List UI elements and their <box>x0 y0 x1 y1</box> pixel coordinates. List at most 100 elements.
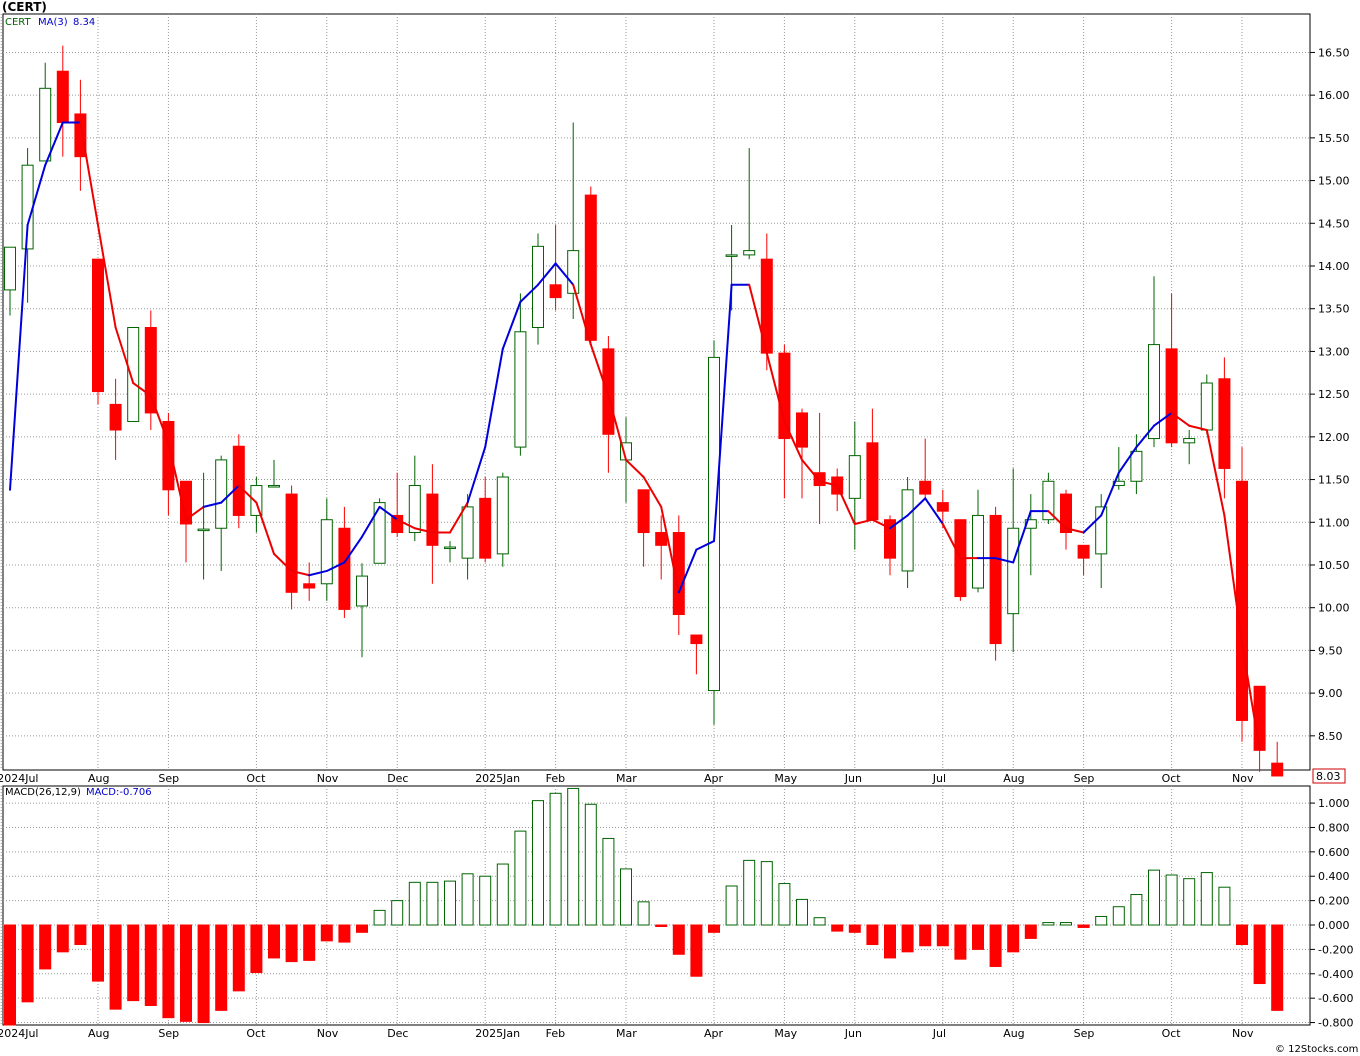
price-xtick-label: Oct <box>1162 772 1182 785</box>
macd-bar <box>180 924 192 1022</box>
price-xtick-label: Sep <box>158 772 179 785</box>
price-xtick-label: Dec <box>387 772 408 785</box>
candle-body <box>56 70 69 123</box>
footer-credit: © 12Stocks.com <box>1275 1044 1358 1055</box>
macd-ytick-label: 0.200 <box>1318 895 1350 908</box>
candle-body <box>1148 344 1160 440</box>
price-xtick-label: May <box>774 772 797 785</box>
price-ytick-label: 16.00 <box>1318 89 1350 102</box>
macd-bar <box>1236 924 1248 946</box>
macd-bar <box>232 924 245 992</box>
candle-body <box>1060 493 1072 534</box>
macd-bar <box>127 924 140 1002</box>
price-ytick-label: 15.50 <box>1318 132 1350 145</box>
macd-xtick-label: Mar <box>616 1027 637 1040</box>
price-ytick-label: 10.50 <box>1318 559 1350 572</box>
macd-bar <box>461 873 474 926</box>
candle-body <box>1130 450 1143 482</box>
price-y-axis: 8.50 9.00 9.50 10.00 10.50 11.00 11.50 12.00 12.… <box>1310 46 1350 743</box>
macd-bar <box>708 924 720 933</box>
macd-bar <box>514 830 527 926</box>
price-ytick-label: 13.50 <box>1318 303 1350 316</box>
macd-ytick-label: 0.000 <box>1318 919 1350 932</box>
candle-body <box>743 250 756 256</box>
candle-body <box>514 331 527 448</box>
price-x-axis: 2024Jul Aug Sep Oct Nov Dec 2025Jan Feb Mar Apr Ma… <box>0 772 1254 785</box>
macd-bar <box>1148 869 1160 926</box>
candle-body <box>1200 382 1213 431</box>
price-xtick-label: 2024Jul <box>0 772 38 785</box>
candle-body <box>4 246 16 291</box>
price-xtick-label: Mar <box>616 772 637 785</box>
macd-ytick-label: -0.800 <box>1318 1017 1353 1030</box>
candle-body <box>92 258 104 393</box>
price-ytick-label: 14.50 <box>1318 217 1350 230</box>
candle-body <box>127 327 140 422</box>
macd-ytick-label: -0.400 <box>1318 968 1353 981</box>
candle-body <box>655 532 668 546</box>
macd-xtick-label: Dec <box>387 1027 408 1040</box>
macd-ytick-label: 0.800 <box>1318 821 1350 834</box>
macd-xtick-label: 2025Jan <box>475 1027 520 1040</box>
price-xtick-label: Jun <box>844 772 862 785</box>
macd-bar <box>285 924 298 963</box>
macd-bar <box>1095 915 1108 926</box>
macd-bar <box>426 881 439 926</box>
macd-bar <box>725 885 738 926</box>
macd-ytick-label: 1.000 <box>1318 797 1350 810</box>
price-ytick-label: 13.00 <box>1318 345 1350 358</box>
macd-ytick-label: -0.200 <box>1318 943 1353 956</box>
price-ytick-label: 12.00 <box>1318 431 1350 444</box>
candle-body <box>144 327 157 414</box>
price-xtick-label: Aug <box>1003 772 1024 785</box>
macd-bar <box>92 924 104 982</box>
candle-body <box>303 583 316 589</box>
macd-bar <box>215 924 228 1011</box>
macd-bar <box>39 924 52 970</box>
candle-body <box>848 455 861 499</box>
macd-bar <box>743 859 756 926</box>
macd-bar <box>1060 922 1072 926</box>
macd-bar <box>972 924 984 950</box>
candle-body <box>461 506 474 559</box>
candle-body <box>989 514 1002 645</box>
candle-body <box>232 445 245 516</box>
candle-body <box>39 87 52 162</box>
candle-body <box>1077 544 1090 559</box>
macd-y-axis: -0.800 -0.600 -0.400 -0.200 0.000 0.200 0.400 0… <box>1310 797 1353 1030</box>
macd-bar <box>1253 924 1266 985</box>
macd-bar <box>1165 874 1178 926</box>
macd-bar <box>1130 894 1143 926</box>
candle-body <box>602 348 615 435</box>
candle-body <box>813 472 826 487</box>
macd-xtick-label: Feb <box>546 1027 565 1040</box>
candle-body <box>919 480 932 495</box>
macd-bar <box>303 924 316 961</box>
macd-bar <box>866 924 879 946</box>
macd-bar <box>813 917 826 926</box>
stock-chart: (CERT) 8.50 9.00 9.50 10.00 10.50 11.00 11.50 1… <box>0 0 1358 1055</box>
candle-body <box>725 254 738 257</box>
macd-bar <box>496 863 509 926</box>
candle-body <box>936 502 949 512</box>
price-ytick-label: 11.50 <box>1318 474 1350 487</box>
candle-body <box>1271 762 1284 777</box>
price-xtick-label: Nov <box>317 772 339 785</box>
candle-body <box>356 575 368 607</box>
macd-xtick-label: Oct <box>1162 1027 1182 1040</box>
price-xtick-label: Jul <box>932 772 946 785</box>
candle-body <box>532 245 544 329</box>
candle-body <box>268 485 280 488</box>
candle-body <box>338 527 351 610</box>
candle-body <box>1253 685 1266 751</box>
macd-legend-label: MACD(26,12,9) <box>5 787 81 798</box>
macd-bar <box>831 924 844 932</box>
macd-x-axis: 2024Jul Aug Sep Oct Nov Dec 2025Jan Feb Mar Apr Ma… <box>0 1027 1254 1040</box>
macd-bar <box>1218 886 1231 926</box>
macd-bar <box>1183 878 1196 926</box>
macd-bar <box>74 924 87 946</box>
candle-body <box>778 352 791 440</box>
macd-bar <box>884 924 896 959</box>
macd-bar <box>4 924 16 1026</box>
chart-title: (CERT) <box>2 0 47 14</box>
